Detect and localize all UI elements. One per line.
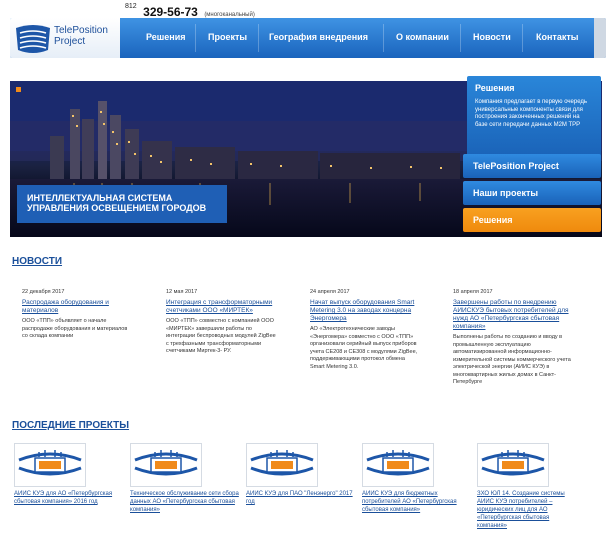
nav-item-news[interactable]: Новости <box>473 32 511 42</box>
nav-item-solutions[interactable]: Решения <box>146 32 186 42</box>
news-text: АО «Электротехнические заводы «Энергомер… <box>310 326 418 370</box>
meter-icon <box>366 450 430 476</box>
news-item: 12 мая 2017 Интеграция с трансформаторны… <box>166 289 276 356</box>
project-thumbnail[interactable] <box>477 443 549 487</box>
meter-icon <box>18 450 82 476</box>
phone-code: 812 <box>125 3 137 10</box>
nav-item-contacts[interactable]: Контакты <box>536 32 578 42</box>
phone-number[interactable]: 329-56-73 <box>143 5 198 19</box>
project-thumbnail[interactable] <box>362 443 434 487</box>
news-title-link[interactable]: Начат выпуск оборудования Smart Metering… <box>310 299 420 323</box>
news-text: ООО «ТПП» объявляет о начале распродаже … <box>22 318 128 339</box>
project-thumbnail[interactable] <box>14 443 86 487</box>
nav-separator <box>195 24 196 52</box>
news-text: ООО «ТПП» совместно с компанией ООО «МИР… <box>166 318 276 354</box>
hero-tab-teleposition[interactable]: TelePosition Project <box>463 154 601 178</box>
meter-icon <box>134 450 198 476</box>
slide-indicator[interactable] <box>16 87 21 92</box>
news-title-link[interactable]: Интеграция с трансформаторными счетчикам… <box>166 299 276 315</box>
project-card: АИИС КУЭ для ПАО "Ленэнерго" 2017 год <box>246 443 356 506</box>
news-title-link[interactable]: Распродажа оборудования и материалов <box>22 299 132 315</box>
logo-line-1: TelePosition <box>54 25 108 36</box>
project-title-link[interactable]: АИИС КУЭ для бюджетных потребителей АО «… <box>362 490 472 514</box>
logo-icon <box>16 25 50 53</box>
logo-line-2: Project <box>54 36 86 47</box>
news-date: 12 мая 2017 <box>166 289 198 295</box>
meter-icon <box>250 450 314 476</box>
news-item: 22 декабря 2017 Распродажа оборудования … <box>22 289 132 341</box>
news-date: 22 декабря 2017 <box>22 289 65 295</box>
project-thumbnail[interactable] <box>246 443 318 487</box>
main-navbar: TelePosition Project Решения Проекты Гео… <box>10 18 606 58</box>
nav-item-projects[interactable]: Проекты <box>208 32 247 42</box>
project-card: АИИС КУЭ для АО «Петербургская сбытовая … <box>14 443 124 506</box>
news-item: 18 апреля 2017 Завершены работы по внедр… <box>453 289 573 387</box>
project-title-link[interactable]: Техническое обслуживание сети сбора данн… <box>130 490 240 514</box>
project-card: Техническое обслуживание сети сбора данн… <box>130 443 240 514</box>
project-card: АИИС КУЭ для бюджетных потребителей АО «… <box>362 443 472 514</box>
solutions-panel-title: Решения <box>475 83 515 93</box>
nav-separator <box>258 24 259 52</box>
project-card: ЗХО ЮЛ 14. Создание системы АИИС КУЭ пот… <box>477 443 577 530</box>
project-thumbnail[interactable] <box>130 443 202 487</box>
news-title-link[interactable]: Завершены работы по внедрению АИИСКУЭ бы… <box>453 299 573 331</box>
nav-separator <box>383 24 384 52</box>
projects-section-title[interactable]: ПОСЛЕДНИЕ ПРОЕКТЫ <box>12 420 129 431</box>
hero-caption-line-1: Интеллектуальная система <box>27 193 173 203</box>
nav-item-about[interactable]: О компании <box>396 32 449 42</box>
nav-item-geography[interactable]: География внедрения <box>269 32 368 42</box>
hero-tab-our-projects[interactable]: Наши проекты <box>463 181 601 205</box>
news-text: Выполнены работы по созданию и вводу в п… <box>453 334 571 385</box>
news-section-title[interactable]: НОВОСТИ <box>12 256 62 267</box>
solutions-panel-text: Компания предлагает в первую очередь уни… <box>475 99 588 128</box>
nav-scroll-edge <box>594 18 606 58</box>
project-title-link[interactable]: АИИС КУЭ для АО «Петербургская сбытовая … <box>14 490 124 506</box>
solutions-panel: Решения Компания предлагает в первую оче… <box>467 76 601 157</box>
news-date: 18 апреля 2017 <box>453 289 493 295</box>
news-item: 24 апреля 2017 Начат выпуск оборудования… <box>310 289 420 371</box>
logo-text: TelePosition Project <box>54 25 108 47</box>
project-title-link[interactable]: ЗХО ЮЛ 14. Создание системы АИИС КУЭ пот… <box>477 490 577 530</box>
news-date: 24 апреля 2017 <box>310 289 350 295</box>
project-title-link[interactable]: АИИС КУЭ для ПАО "Ленэнерго" 2017 год <box>246 490 356 506</box>
logo[interactable]: TelePosition Project <box>10 18 120 58</box>
hero-caption-line-2: управления освещением городов <box>27 203 207 213</box>
nav-separator <box>522 24 523 52</box>
meter-icon <box>481 450 545 476</box>
hero-caption[interactable]: Интеллектуальная система управления осве… <box>17 185 227 223</box>
nav-separator <box>460 24 461 52</box>
hero-tab-solutions[interactable]: Решения <box>463 208 601 232</box>
header-phone: 812 329-56-73 (многоканальный) <box>125 3 255 19</box>
